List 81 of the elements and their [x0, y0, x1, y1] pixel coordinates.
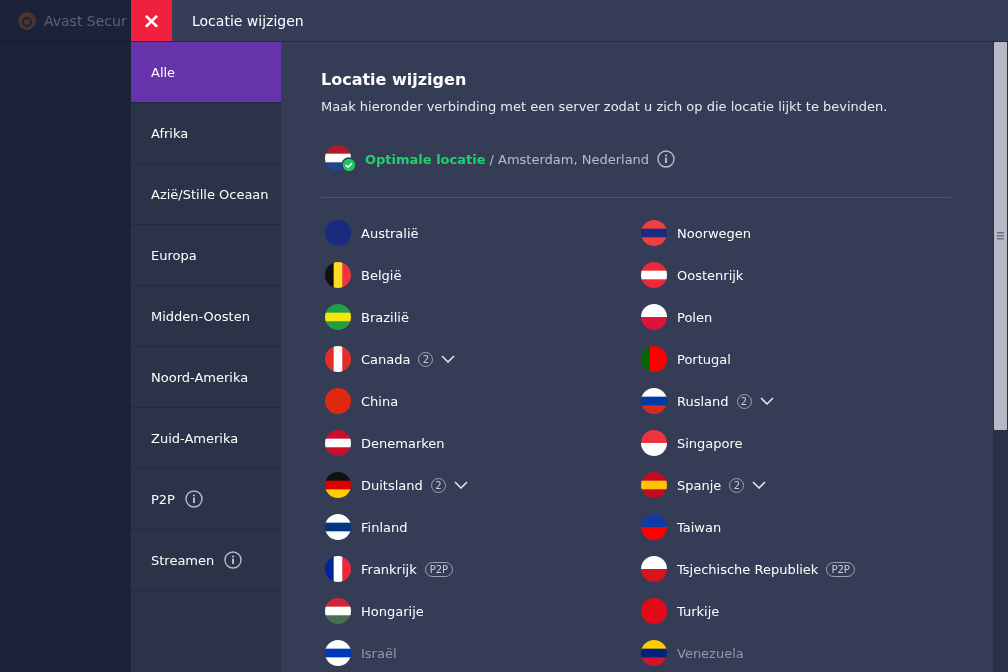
- country-name[interactable]: Taiwan: [677, 519, 722, 535]
- sidebar-item[interactable]: P2P: [131, 469, 281, 530]
- close-button[interactable]: ×: [131, 0, 172, 41]
- scrollbar[interactable]: [993, 42, 1008, 672]
- info-icon[interactable]: [224, 551, 243, 569]
- flag-icon: [325, 262, 351, 288]
- country-name[interactable]: Tsjechische Republiek: [677, 561, 819, 577]
- sidebar-item[interactable]: Afrika: [131, 103, 281, 164]
- flag-icon: [325, 556, 351, 582]
- flag-icon: [641, 640, 667, 666]
- flag-icon: [325, 388, 351, 414]
- flag-icon: [325, 304, 351, 330]
- sidebar-label: Noord-Amerika: [151, 369, 249, 385]
- flag-icon: [325, 472, 351, 498]
- country-name[interactable]: Hongarije: [361, 603, 424, 619]
- chevron-down-icon[interactable]: [453, 481, 468, 489]
- country-name[interactable]: Spanje: [677, 477, 722, 493]
- flag-icon: [641, 304, 667, 330]
- flag-icon: [325, 598, 351, 624]
- flag-icon: [325, 145, 357, 173]
- chevron-down-icon[interactable]: [752, 481, 767, 489]
- sidebar-item[interactable]: Europa: [131, 225, 281, 286]
- flag-icon: [325, 346, 351, 372]
- info-icon[interactable]: [184, 490, 203, 508]
- country-name[interactable]: België: [361, 267, 402, 283]
- optimal-location-link[interactable]: Optimale locatie: [365, 151, 486, 167]
- sidebar-item[interactable]: Midden-Oosten: [131, 286, 281, 347]
- logo-icon: [16, 9, 38, 32]
- flag-icon: [641, 220, 667, 246]
- country-name[interactable]: China: [361, 393, 399, 409]
- country-name[interactable]: Singapore: [677, 435, 743, 451]
- sidebar-label: P2P: [151, 491, 175, 507]
- country-name[interactable]: Rusland: [677, 393, 729, 409]
- sidebar-label: Streamen: [151, 552, 215, 568]
- flag-icon: [641, 388, 667, 414]
- scrollbar-thumb[interactable]: [994, 42, 1007, 430]
- country-name[interactable]: Duitsland: [361, 477, 423, 493]
- flag-icon: [641, 262, 667, 288]
- country-name[interactable]: Polen: [677, 309, 713, 325]
- country-name[interactable]: Denemarken: [361, 435, 445, 451]
- description: Maak hieronder verbinding met een server zodat u zich op die locatie lijkt te bevinden.: [321, 99, 889, 114]
- flag-icon: [641, 472, 667, 498]
- country-name[interactable]: Oostenrijk: [677, 267, 744, 283]
- country-name[interactable]: Venezuela: [677, 645, 744, 661]
- chevron-down-icon[interactable]: [441, 355, 456, 363]
- country-name[interactable]: Canada: [361, 351, 411, 367]
- sidebar-label: Europa: [151, 247, 197, 263]
- grip-icon: [997, 232, 1004, 240]
- sidebar-item[interactable]: Alle: [131, 42, 281, 103]
- country-name[interactable]: Israël: [361, 645, 397, 661]
- country-name[interactable]: Frankrijk: [361, 561, 417, 577]
- section-heading: Locatie wijzigen: [321, 70, 468, 89]
- country-name[interactable]: Noorwegen: [677, 225, 752, 241]
- chevron-down-icon[interactable]: [759, 397, 774, 405]
- sidebar-item[interactable]: Noord-Amerika: [131, 347, 281, 408]
- flag-icon: [641, 514, 667, 540]
- flag-icon: [325, 640, 351, 666]
- sidebar-label: Zuid-Amerika: [151, 430, 239, 446]
- sidebar-item[interactable]: Streamen: [131, 530, 281, 591]
- flag-icon: [641, 598, 667, 624]
- flag-icon: [641, 430, 667, 456]
- flag-icon: [641, 346, 667, 372]
- flag-icon: [325, 430, 351, 456]
- app-title: Avast Secur: [44, 12, 127, 29]
- country-name[interactable]: Portugal: [677, 351, 731, 367]
- optimal-location-text: / Amsterdam, Nederland: [489, 151, 650, 167]
- window-title: Locatie wijzigen: [192, 12, 304, 29]
- sidebar-label: Alle: [151, 64, 176, 80]
- sidebar-label: Azië/Stille Oceaan: [151, 186, 269, 202]
- country-name[interactable]: Turkije: [677, 603, 720, 619]
- flag-icon: [325, 220, 351, 246]
- sidebar-item[interactable]: Azië/Stille Oceaan: [131, 164, 281, 225]
- country-name[interactable]: Finland: [361, 519, 408, 535]
- flag-icon: [325, 514, 351, 540]
- country-name[interactable]: Brazilië: [361, 309, 409, 325]
- sidebar-label: Midden-Oosten: [151, 308, 250, 324]
- info-icon[interactable]: [657, 150, 676, 168]
- country-name[interactable]: Australië: [361, 225, 419, 241]
- sidebar-item[interactable]: Zuid-Amerika: [131, 408, 281, 469]
- sidebar-label: Afrika: [151, 125, 189, 141]
- flag-icon: [641, 556, 667, 582]
